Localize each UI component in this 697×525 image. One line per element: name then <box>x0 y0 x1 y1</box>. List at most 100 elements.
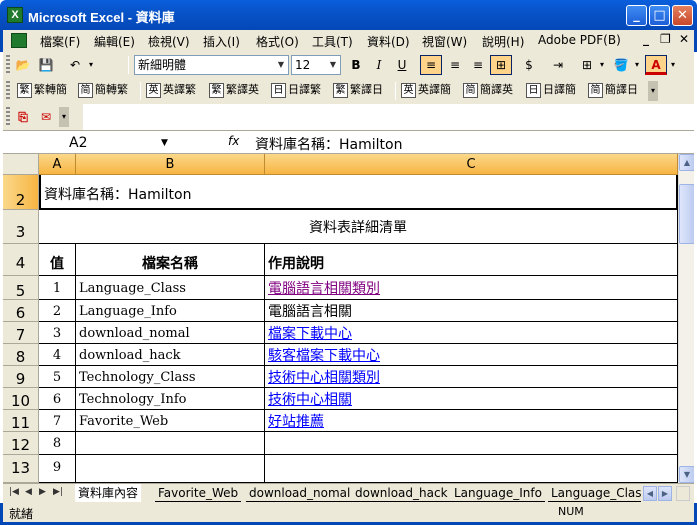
sheet-tab[interactable]: Language_Info <box>451 484 545 502</box>
align-left-icon[interactable]: ≡ <box>420 55 442 75</box>
description-cell[interactable]: 電腦語言相關 <box>265 300 678 322</box>
menu-tools[interactable]: 工具(T) <box>312 33 353 50</box>
menu-help[interactable]: 說明(H) <box>482 33 524 50</box>
translate-button-10[interactable]: 简簡譯日 <box>588 81 638 101</box>
description-link[interactable]: 技術中心相關類別 <box>265 366 678 388</box>
sheet-tab[interactable]: download_nomal <box>246 484 354 502</box>
header-value-cell[interactable]: 值 <box>39 244 76 276</box>
table-title-cell[interactable]: 資料表詳細清單 <box>39 210 678 244</box>
row-header[interactable]: 2 <box>3 175 39 210</box>
description-link[interactable]: 檔案下載中心 <box>265 322 678 344</box>
filename-cell[interactable] <box>76 432 265 455</box>
select-all-corner[interactable] <box>3 154 39 175</box>
indent-icon[interactable]: ⇥ <box>548 55 568 75</box>
fill-dropdown-icon[interactable]: ▾ <box>632 55 642 75</box>
toolbar-grip[interactable] <box>6 107 10 126</box>
filename-cell[interactable]: Language_Class <box>76 276 265 300</box>
menu-file[interactable]: 檔案(F) <box>40 33 80 50</box>
font-name-combo[interactable]: 新細明體 ▼ <box>134 55 289 75</box>
maximize-button[interactable]: □ <box>649 5 670 26</box>
save-icon[interactable]: 💾 <box>36 55 56 75</box>
scroll-thumb[interactable] <box>679 184 694 244</box>
toolbar-options-icon[interactable]: ▾ <box>648 81 658 101</box>
description-link[interactable]: 電腦語言相關類別 <box>265 276 678 300</box>
minimize-button[interactable]: _ <box>626 5 647 26</box>
font-color-icon[interactable]: A <box>645 55 667 75</box>
prev-sheet-icon[interactable]: ◀ <box>25 487 32 497</box>
translate-button-7[interactable]: 英英譯簡 <box>401 81 451 101</box>
tab-scroll-right-icon[interactable]: ▶ <box>658 486 672 501</box>
align-center-icon[interactable]: ≡ <box>444 55 466 75</box>
row-header[interactable]: 5 <box>3 276 39 300</box>
header-description-cell[interactable]: 作用說明 <box>265 244 678 276</box>
filename-cell[interactable]: download_hack <box>76 344 265 366</box>
workbook-minimize-icon[interactable]: _ <box>643 32 649 46</box>
sheet-tab[interactable]: Language_Clas <box>548 484 641 502</box>
translate-button-5[interactable]: 日日譯繁 <box>271 81 321 101</box>
column-header-b[interactable]: B <box>76 154 265 175</box>
currency-button[interactable]: $ <box>519 55 539 75</box>
scroll-up-icon[interactable]: ▲ <box>679 154 694 171</box>
filename-cell[interactable]: Technology_Info <box>76 388 265 410</box>
sheet-tab-active[interactable]: 資料庫內容 <box>75 484 142 502</box>
font-size-combo[interactable]: 12 ▼ <box>291 55 341 75</box>
borders-dropdown-icon[interactable]: ▾ <box>597 55 607 75</box>
menu-adobe-pdf[interactable]: Adobe PDF(B) <box>538 33 621 47</box>
database-name-cell[interactable]: 資料庫名稱：Hamilton <box>39 175 678 210</box>
toolbar-options-icon[interactable]: ▾ <box>59 107 69 127</box>
description-link[interactable]: 駭客檔案下載中心 <box>265 344 678 366</box>
align-right-icon[interactable]: ≡ <box>467 55 489 75</box>
filename-cell[interactable]: Favorite_Web <box>76 410 265 432</box>
value-cell[interactable]: 5 <box>39 366 76 388</box>
translate-button-4[interactable]: 繁繁譯英 <box>209 81 259 101</box>
workbook-icon[interactable] <box>11 33 27 48</box>
sheet-tab[interactable]: download_hack <box>352 484 451 502</box>
description-link[interactable]: 好站推薦 <box>265 410 678 432</box>
row-header[interactable]: 9 <box>3 366 39 388</box>
value-cell[interactable]: 9 <box>39 455 76 483</box>
column-header-c[interactable]: C <box>265 154 678 175</box>
undo-dropdown-icon[interactable]: ▾ <box>86 55 96 75</box>
column-header-a[interactable]: A <box>39 154 76 175</box>
row-header[interactable]: 12 <box>3 432 39 455</box>
menu-data[interactable]: 資料(D) <box>367 33 410 50</box>
row-header[interactable]: 4 <box>3 244 39 276</box>
value-cell[interactable]: 4 <box>39 344 76 366</box>
vertical-scrollbar[interactable]: ▲ ▼ <box>678 154 694 483</box>
translate-button-2[interactable]: 简簡轉繁 <box>78 81 128 101</box>
formula-content[interactable]: 資料庫名稱：Hamilton <box>255 134 402 154</box>
bold-button[interactable]: B <box>346 55 366 75</box>
borders-icon[interactable]: ⊞ <box>577 55 597 75</box>
filename-cell[interactable] <box>76 455 265 483</box>
row-header[interactable]: 6 <box>3 300 39 322</box>
next-sheet-icon[interactable]: ▶ <box>39 487 46 497</box>
menu-insert[interactable]: 插入(I) <box>203 33 240 50</box>
scroll-down-icon[interactable]: ▼ <box>679 466 694 483</box>
value-cell[interactable]: 7 <box>39 410 76 432</box>
translate-button-6[interactable]: 繁繁譯日 <box>333 81 383 101</box>
tab-split-handle[interactable] <box>676 486 690 501</box>
fx-icon[interactable]: fx <box>228 134 239 148</box>
description-cell[interactable] <box>265 432 678 455</box>
open-icon[interactable]: 📂 <box>13 55 33 75</box>
value-cell[interactable]: 3 <box>39 322 76 344</box>
row-header[interactable]: 11 <box>3 410 39 432</box>
underline-button[interactable]: U <box>392 55 412 75</box>
merge-center-icon[interactable]: ⊞ <box>490 55 512 75</box>
filename-cell[interactable]: download_nomal <box>76 322 265 344</box>
font-color-dropdown-icon[interactable]: ▾ <box>668 55 678 75</box>
value-cell[interactable]: 1 <box>39 276 76 300</box>
row-header[interactable]: 3 <box>3 210 39 244</box>
first-sheet-icon[interactable]: |◀ <box>9 487 19 497</box>
workbook-close-icon[interactable]: ✕ <box>679 32 689 46</box>
undo-icon[interactable]: ↶ <box>65 55 85 75</box>
menu-format[interactable]: 格式(O) <box>256 33 299 50</box>
translate-button-8[interactable]: 简簡譯英 <box>463 81 513 101</box>
close-button[interactable]: ✕ <box>672 5 693 26</box>
workbook-restore-icon[interactable]: ❐ <box>660 32 671 46</box>
pdf-email-icon[interactable]: ✉ <box>36 107 56 127</box>
value-cell[interactable]: 2 <box>39 300 76 322</box>
row-header[interactable]: 10 <box>3 388 39 410</box>
row-header[interactable]: 7 <box>3 322 39 344</box>
translate-button-3[interactable]: 英英譯繁 <box>146 81 196 101</box>
